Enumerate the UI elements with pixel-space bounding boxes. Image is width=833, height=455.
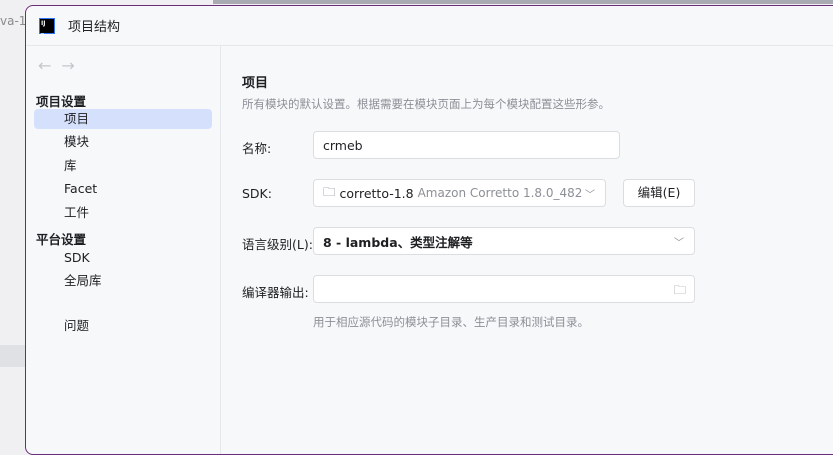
sdk-name: corretto-1.8 bbox=[339, 185, 414, 201]
language-level-label: 语言级别(L): bbox=[242, 237, 313, 252]
sidebar-item-project[interactable]: 项目 bbox=[34, 109, 212, 129]
language-level-value: 8 - lambda、类型注解等 bbox=[323, 234, 473, 250]
sidebar-item-sdk[interactable]: SDK bbox=[34, 248, 212, 268]
forward-arrow-icon[interactable]: → bbox=[61, 56, 84, 75]
title-bar: IJ _ 项目结构 bbox=[26, 6, 833, 46]
sdk-select[interactable]: 🗀 corretto-1.8 Amazon Corretto 1.8.0_482… bbox=[313, 179, 606, 207]
project-structure-dialog: IJ _ 项目结构 ←→ 项目设置 项目 模块 库 Facet 工件 平台设置 S… bbox=[25, 5, 833, 455]
sidebar-item-modules[interactable]: 模块 bbox=[34, 132, 212, 152]
main-panel: 项目 所有模块的默认设置。根据需要在模块页面上为每个模块配置这些形参。 名称: … bbox=[242, 46, 833, 454]
sidebar-item-facet[interactable]: Facet bbox=[34, 179, 212, 199]
background-scrollbar bbox=[213, 0, 833, 4]
sidebar-item-problems[interactable]: 问题 bbox=[34, 316, 212, 336]
compiler-output-hint: 用于相应源代码的模块子目录、生产目录和测试目录。 bbox=[313, 315, 589, 329]
group-project-settings: 项目设置 bbox=[36, 94, 87, 109]
background-strip bbox=[0, 345, 25, 367]
name-value: crmeb bbox=[323, 137, 363, 153]
sdk-label: SDK: bbox=[242, 186, 272, 201]
name-label: 名称: bbox=[242, 141, 272, 156]
language-level-select[interactable]: 8 - lambda、类型注解等 ﹀ bbox=[313, 227, 695, 255]
page-title: 项目 bbox=[242, 76, 269, 91]
edit-button[interactable]: 编辑(E) bbox=[623, 179, 695, 207]
chevron-down-icon: ﹀ bbox=[674, 238, 684, 249]
chevron-down-icon: ﹀ bbox=[585, 190, 595, 201]
sidebar-item-artifacts[interactable]: 工件 bbox=[34, 203, 212, 223]
sdk-folder-icon: 🗀 bbox=[323, 183, 336, 199]
folder-browse-icon[interactable]: 🗀 bbox=[673, 281, 686, 302]
group-platform-settings: 平台设置 bbox=[36, 232, 87, 247]
compiler-output-input[interactable]: 🗀 bbox=[313, 275, 695, 303]
nav-arrows: ←→ bbox=[38, 56, 85, 75]
back-arrow-icon[interactable]: ← bbox=[38, 56, 61, 75]
sidebar-item-libraries[interactable]: 库 bbox=[34, 156, 212, 176]
sidebar: ←→ 项目设置 项目 模块 库 Facet 工件 平台设置 SDK 全局库 问题 bbox=[26, 46, 221, 454]
compiler-output-label: 编译器输出: bbox=[242, 285, 309, 300]
sdk-detail: Amazon Corretto 1.8.0_482 bbox=[417, 186, 583, 200]
window-title: 项目结构 bbox=[68, 20, 121, 35]
sidebar-item-global-libraries[interactable]: 全局库 bbox=[34, 271, 212, 291]
page-description: 所有模块的默认设置。根据需要在模块页面上为每个模块配置这些形参。 bbox=[242, 97, 610, 111]
intellij-logo-icon: IJ _ bbox=[39, 17, 55, 34]
name-input[interactable]: crmeb bbox=[313, 131, 620, 159]
